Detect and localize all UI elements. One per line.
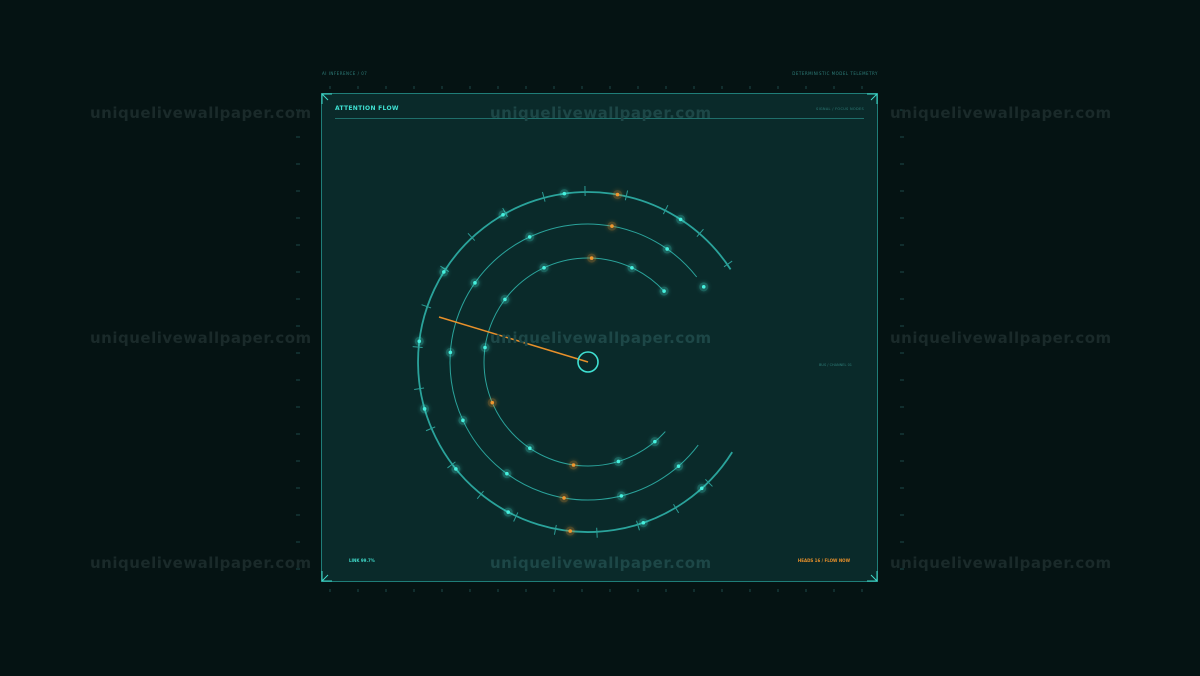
focus-node: [653, 439, 657, 444]
focus-node: [641, 520, 646, 525]
focus-node: [501, 212, 505, 217]
attention-pointer-line: [438, 316, 589, 363]
corner-brackets: [321, 93, 878, 582]
focus-node: [461, 418, 465, 423]
ring-tick: [414, 387, 425, 391]
focus-node: [662, 289, 666, 293]
stage: AI INFERENCE / 07 DETERMINISTIC MODEL TE…: [0, 0, 1200, 676]
focus-node: [568, 529, 573, 533]
focus-node: [454, 467, 458, 471]
focus-node: [699, 486, 704, 491]
focus-node: [701, 285, 706, 289]
focus-node: [473, 281, 477, 285]
focus-node: [678, 217, 683, 222]
focus-node: [542, 265, 546, 270]
focus-node: [630, 265, 634, 270]
focus-node: [571, 463, 576, 467]
focus-node: [562, 496, 566, 500]
focus-node: [589, 256, 594, 260]
focus-node: [527, 235, 532, 239]
frame-ticks: [296, 86, 904, 592]
ring-2: [449, 223, 699, 501]
ring-tick: [412, 346, 423, 349]
focus-node: [448, 350, 453, 355]
focus-node: [483, 345, 487, 350]
focus-node: [503, 297, 507, 302]
ring-tick: [596, 527, 598, 538]
ring-3: [417, 191, 733, 533]
ring-ticks: [412, 186, 733, 538]
focus-node: [422, 407, 427, 411]
attention-rings: [417, 191, 733, 533]
focus-nodes: [414, 189, 709, 536]
focus-node: [616, 459, 621, 464]
focus-node: [506, 510, 510, 514]
focus-node: [562, 191, 567, 196]
focus-node: [610, 224, 614, 228]
focus-node: [505, 471, 509, 476]
focus-node: [665, 247, 669, 251]
attention-flow-visualization: [296, 86, 904, 592]
focus-node: [615, 192, 620, 197]
focus-node: [528, 446, 532, 451]
focus-node: [490, 400, 495, 405]
focus-node: [619, 494, 624, 498]
focus-node: [417, 339, 422, 344]
focus-node: [442, 270, 446, 274]
ring-1: [483, 257, 666, 467]
focus-node: [676, 464, 681, 468]
